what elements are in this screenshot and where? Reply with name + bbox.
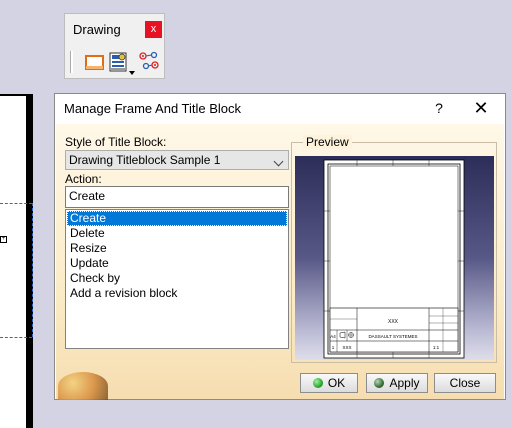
- help-button[interactable]: ?: [429, 98, 449, 118]
- view-anchor-marker[interactable]: +: [0, 236, 7, 243]
- chevron-down-icon: [273, 156, 284, 167]
- view-links-icon[interactable]: [137, 50, 161, 74]
- title-block-preview: XXX DASSAULT SYSTEMES A4 1 XXX 1:1: [323, 159, 465, 359]
- preview-label: Preview: [303, 135, 352, 149]
- dialog-title: Manage Frame And Title Block: [64, 101, 242, 116]
- ok-dot-icon: [312, 378, 323, 388]
- apply-button-label: Apply: [389, 376, 420, 390]
- manage-frame-dialog: Manage Frame And Title Block ? ✕ Style o…: [54, 93, 506, 400]
- apply-dot-icon: [374, 378, 385, 388]
- close-button[interactable]: Close: [434, 373, 496, 393]
- title-block-style-value: Drawing Titleblock Sample 1: [69, 153, 221, 167]
- action-field[interactable]: Create: [65, 186, 289, 208]
- preview-drawing-number: XXX: [342, 345, 351, 350]
- preview-format: A4: [330, 334, 336, 339]
- view-frame-dashed-top: [0, 203, 32, 204]
- preview-area: XXX DASSAULT SYSTEMES A4 1 XXX 1:1: [295, 156, 494, 360]
- list-item-create[interactable]: Create: [67, 211, 287, 226]
- ok-button[interactable]: OK: [300, 373, 358, 393]
- action-label: Action:: [65, 172, 102, 186]
- toolbar-grip[interactable]: [70, 51, 73, 73]
- toolbar-close-button[interactable]: x: [145, 21, 162, 38]
- dialog-body: Style of Title Block: Drawing Titleblock…: [56, 124, 504, 400]
- preview-company: DASSAULT SYSTEMES: [368, 334, 417, 339]
- preview-scale: 1:1: [433, 345, 440, 350]
- close-icon[interactable]: ✕: [469, 98, 493, 118]
- title-block-icon[interactable]: [107, 50, 131, 74]
- frame-sheet-icon[interactable]: [83, 50, 107, 74]
- ok-button-label: OK: [327, 376, 346, 390]
- apply-button[interactable]: Apply: [366, 373, 428, 393]
- toolbar-title: Drawing: [73, 22, 121, 37]
- view-frame-dashed-bottom: [0, 337, 32, 338]
- drawing-toolbar: Drawing x: [64, 13, 165, 79]
- action-list[interactable]: Create Delete Resize Update Check by Add…: [65, 209, 289, 349]
- close-button-label: Close: [449, 376, 481, 390]
- list-item-check-by[interactable]: Check by: [67, 271, 287, 286]
- view-frame-dashed-right: [32, 203, 33, 337]
- catia-logo-globe: [58, 372, 108, 400]
- chevron-down-icon[interactable]: [129, 71, 135, 75]
- preview-title-cell: XXX: [388, 319, 399, 325]
- list-item-resize[interactable]: Resize: [67, 241, 287, 256]
- style-of-title-block-label: Style of Title Block:: [65, 135, 167, 149]
- list-item-update[interactable]: Update: [67, 256, 287, 271]
- list-item-add-revision-block[interactable]: Add a revision block: [67, 286, 287, 301]
- list-item-delete[interactable]: Delete: [67, 226, 287, 241]
- title-block-style-dropdown[interactable]: Drawing Titleblock Sample 1: [65, 150, 289, 170]
